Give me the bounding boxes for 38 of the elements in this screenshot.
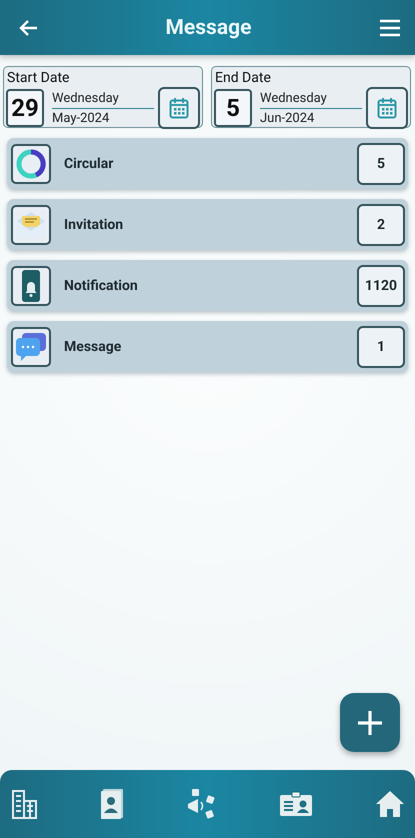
day-number: 5 (214, 89, 252, 127)
calendar-icon (377, 97, 397, 119)
count-badge: 1 (357, 326, 405, 368)
megaphone-icon[interactable] (186, 788, 218, 820)
category-row[interactable]: Invitation 2 (7, 199, 408, 250)
category-row[interactable]: Circular 5 (7, 138, 408, 189)
month-year-text: Jun-2024 (260, 110, 316, 128)
month-year-text: May-2024 (52, 110, 110, 128)
ring-chart-icon (11, 144, 51, 184)
screen-title: Message (166, 16, 252, 40)
id-card-icon[interactable] (279, 791, 314, 817)
home-icon[interactable] (375, 790, 405, 818)
category-label: Circular (64, 156, 114, 172)
category-row[interactable]: Notification 1120 (7, 260, 408, 311)
calendar-button[interactable] (366, 87, 408, 129)
calendar-button[interactable] (158, 87, 200, 129)
category-label: Invitation (64, 216, 124, 232)
category-row[interactable]: Message 1 (7, 321, 408, 372)
day-number: 29 (6, 89, 44, 127)
category-label: Notification (64, 278, 139, 294)
chat-bubbles-icon (11, 326, 51, 366)
buildings-icon[interactable] (12, 789, 38, 819)
date-label: End Date (214, 70, 272, 87)
menu-icon[interactable] (378, 18, 401, 36)
date-label: Start Date (6, 70, 70, 87)
envelope-icon (11, 204, 51, 244)
phone-bell-icon (11, 266, 51, 306)
calendar-icon (169, 97, 189, 119)
contact-book-icon[interactable] (100, 788, 124, 820)
weekday-text: Wednesday (52, 88, 154, 108)
add-button[interactable] (340, 693, 400, 752)
weekday-text: Wednesday (260, 88, 362, 108)
back-arrow-icon[interactable] (18, 18, 38, 36)
count-badge: 5 (357, 142, 405, 184)
count-badge: 1120 (357, 264, 405, 306)
category-label: Message (64, 338, 122, 354)
count-badge: 2 (357, 204, 405, 246)
plus-icon (356, 708, 384, 736)
